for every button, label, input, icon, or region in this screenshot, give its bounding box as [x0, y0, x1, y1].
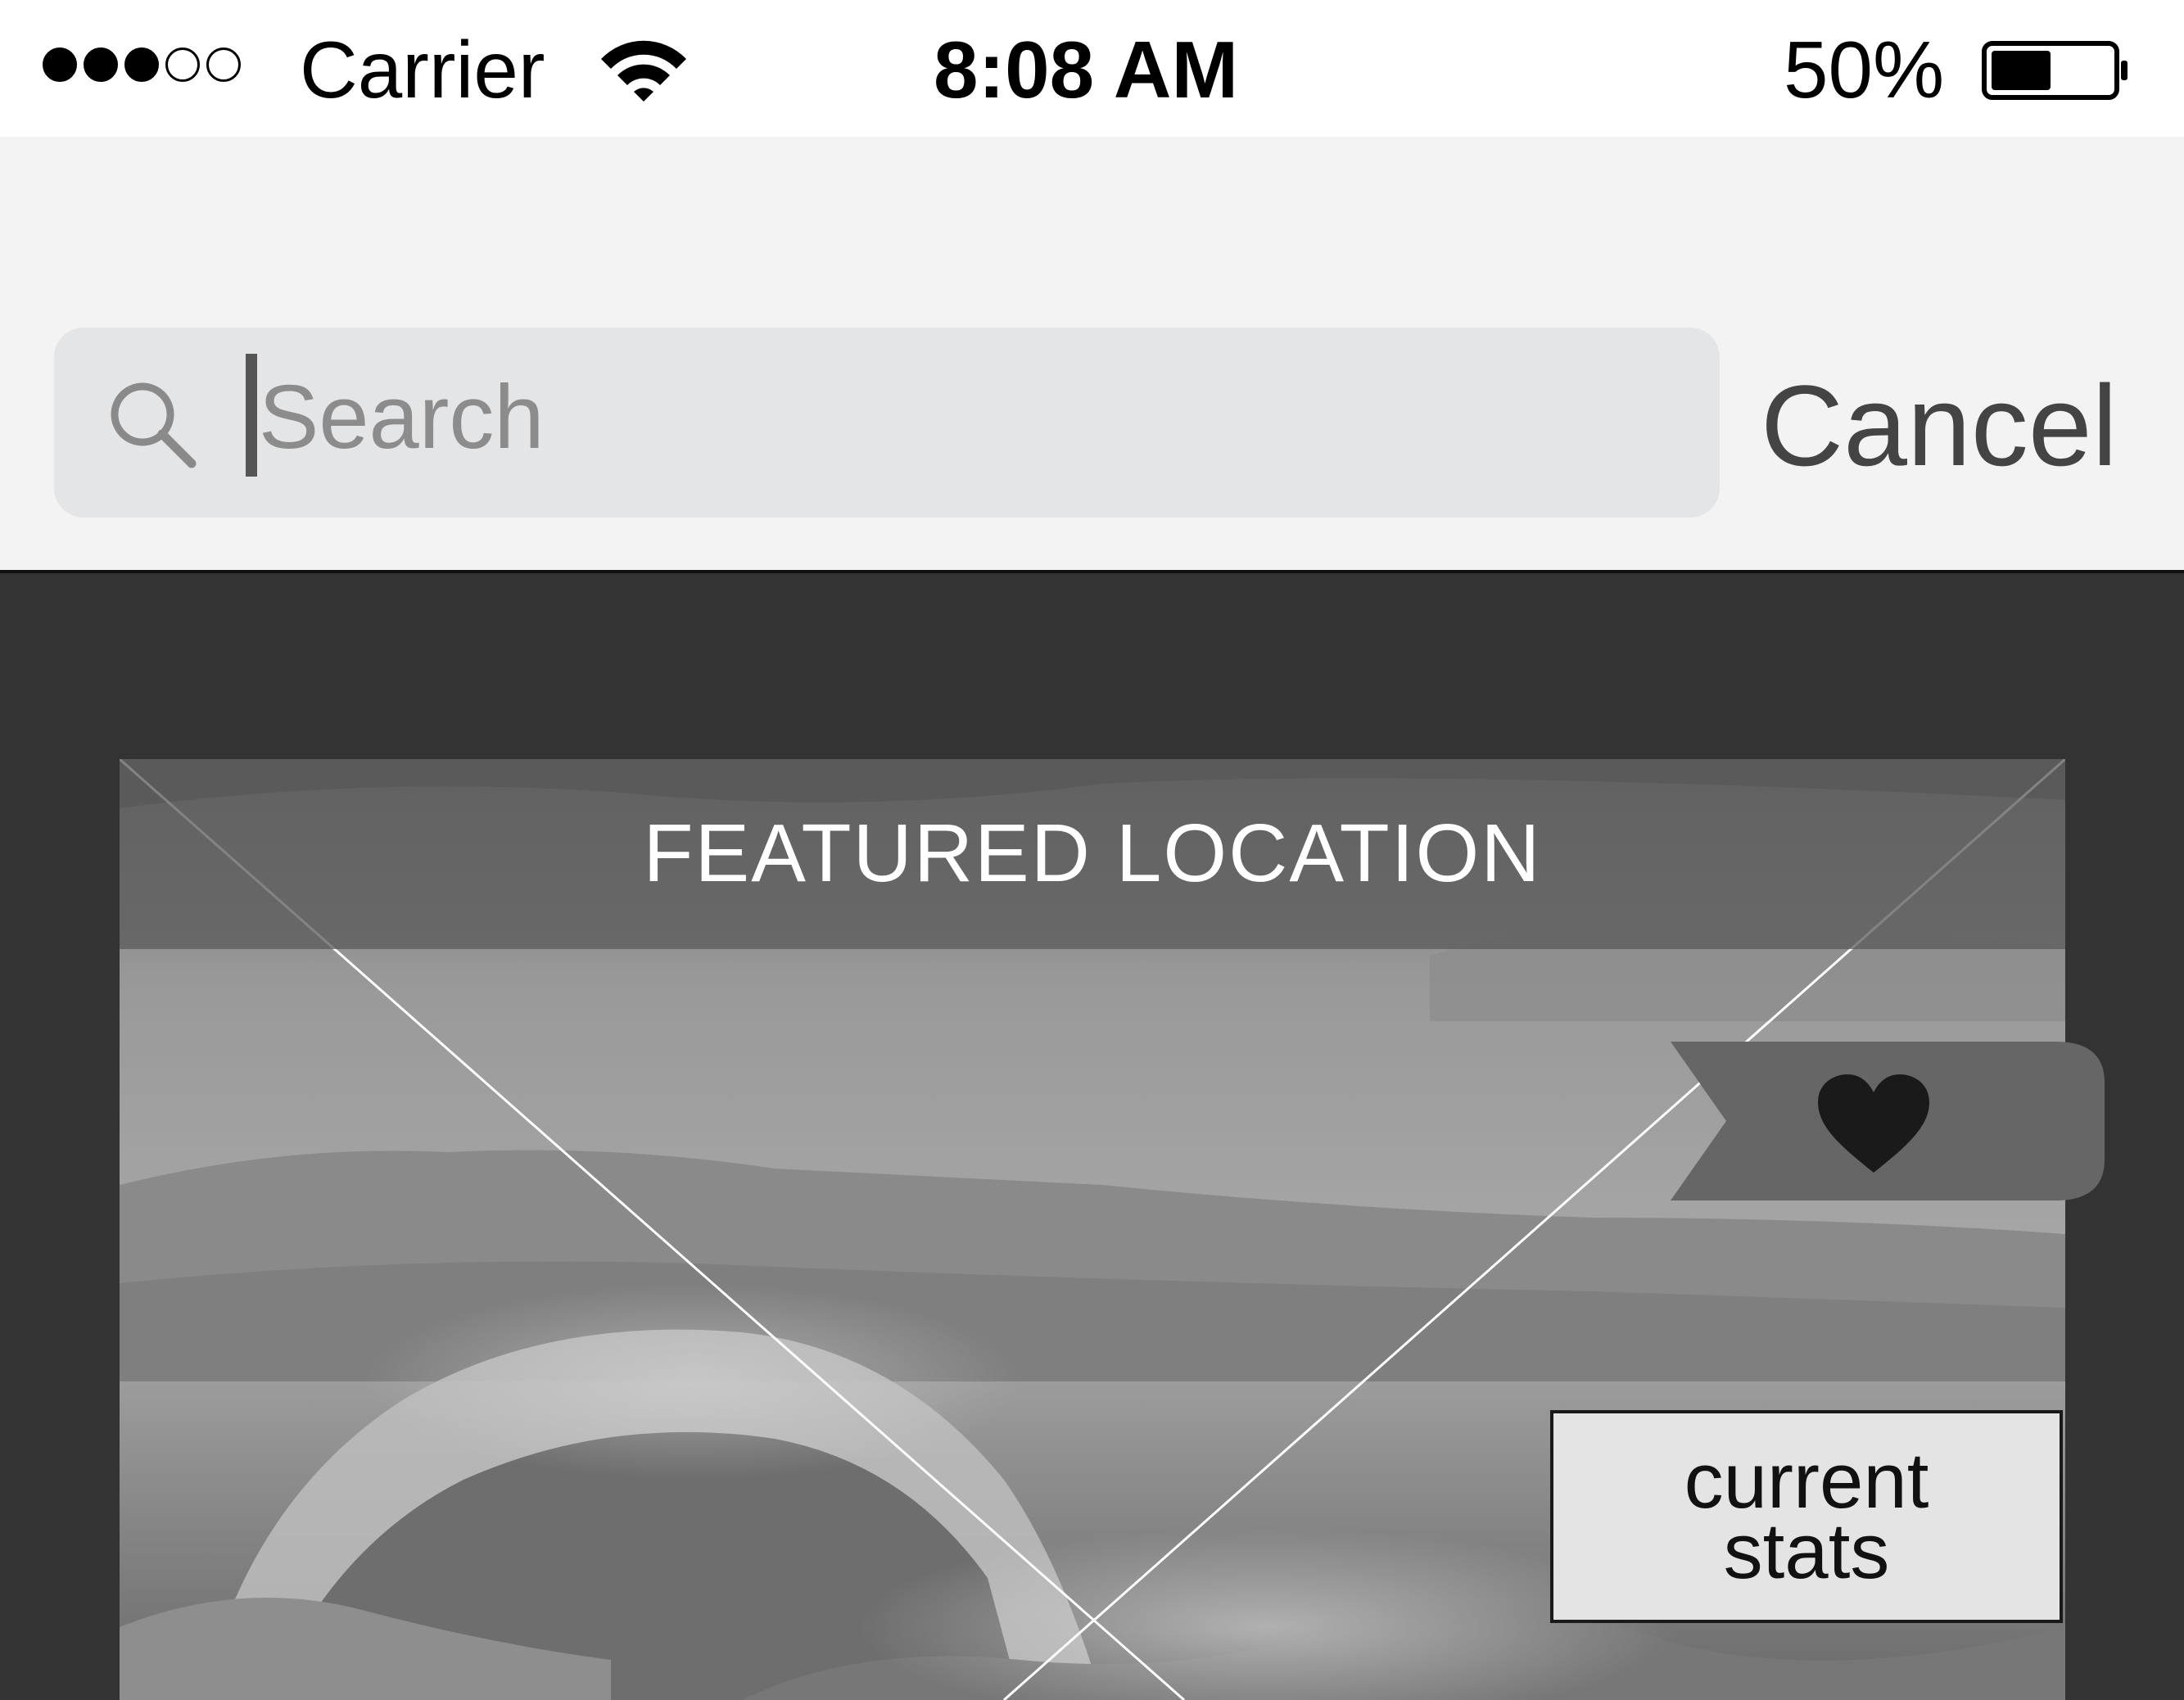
signal-dot [124, 47, 159, 82]
stats-label-line2: stats [1723, 1508, 1890, 1595]
signal-dot [165, 47, 200, 82]
search-input[interactable]: Search [259, 364, 545, 471]
battery-percentage: 50% [1784, 25, 1945, 115]
cancel-button[interactable]: Cancel [1761, 360, 2118, 491]
signal-strength-icon [43, 47, 241, 82]
wifi-icon [601, 40, 686, 102]
stats-label-line1: current [1684, 1437, 1929, 1525]
battery-icon [1982, 41, 2127, 100]
text-cursor [246, 354, 257, 477]
status-bar: Carrier 8:08 AM 50% [0, 0, 2184, 137]
current-stats-button[interactable]: current stats [1550, 1410, 2063, 1623]
signal-dot [84, 47, 118, 82]
magnifier-icon [111, 382, 197, 468]
featured-title: FEATURED LOCATION [643, 807, 1542, 899]
carrier-name: Carrier [300, 25, 545, 115]
heart-icon [1818, 1074, 1929, 1173]
signal-dot [206, 47, 241, 82]
signal-dot [43, 47, 77, 82]
featured-banner: FEATURED LOCATION [120, 759, 2065, 949]
search-bar [0, 137, 2184, 573]
clock: 8:08 AM [934, 25, 1239, 115]
